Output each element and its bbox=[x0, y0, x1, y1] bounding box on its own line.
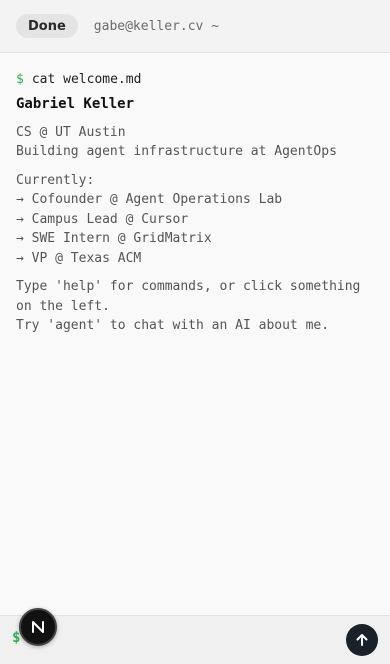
currently-block: Currently: → Cofounder @ Agent Operation… bbox=[16, 171, 378, 269]
top-bar: Done gabe@keller.cv ~ bbox=[0, 0, 390, 53]
role-item: → Campus Lead @ Cursor bbox=[16, 211, 189, 227]
role-item: → VP @ Texas ACM bbox=[16, 250, 142, 266]
n-glyph-icon bbox=[32, 621, 44, 633]
currently-heading: Currently: bbox=[16, 172, 95, 188]
role-item: → SWE Intern @ GridMatrix bbox=[16, 231, 212, 246]
send-button[interactable] bbox=[346, 624, 378, 656]
building-line: Building agent infrastructure at AgentOp… bbox=[16, 144, 337, 159]
help-line: on the left. bbox=[16, 298, 110, 314]
role-item: → Cofounder @ Agent Operations Lab bbox=[16, 192, 283, 207]
host-label: gabe@keller.cv ~ bbox=[93, 18, 220, 34]
profile-name: Gabriel Keller bbox=[16, 95, 135, 112]
help-block: Type 'help' for commands, or click somet… bbox=[16, 277, 378, 336]
help-line: Type 'help' for commands, or click somet… bbox=[16, 279, 361, 294]
n-logo-icon[interactable] bbox=[19, 608, 57, 646]
school-line: CS @ UT Austin bbox=[16, 124, 126, 140]
intro-block: CS @ UT Austin Building agent infrastruc… bbox=[16, 123, 378, 162]
terminal-output: $ cat welcome.md Gabriel Keller CS @ UT … bbox=[16, 70, 378, 336]
command-line: $ cat welcome.md bbox=[16, 70, 378, 90]
prompt-symbol: $ bbox=[16, 72, 24, 87]
command-input-bar[interactable] bbox=[0, 615, 390, 664]
command-text: cat welcome.md bbox=[31, 72, 142, 87]
done-button[interactable]: Done bbox=[16, 14, 78, 38]
agent-hint-line: Try 'agent' to chat with an AI about me. bbox=[16, 318, 330, 333]
arrow-up-icon bbox=[356, 634, 368, 646]
